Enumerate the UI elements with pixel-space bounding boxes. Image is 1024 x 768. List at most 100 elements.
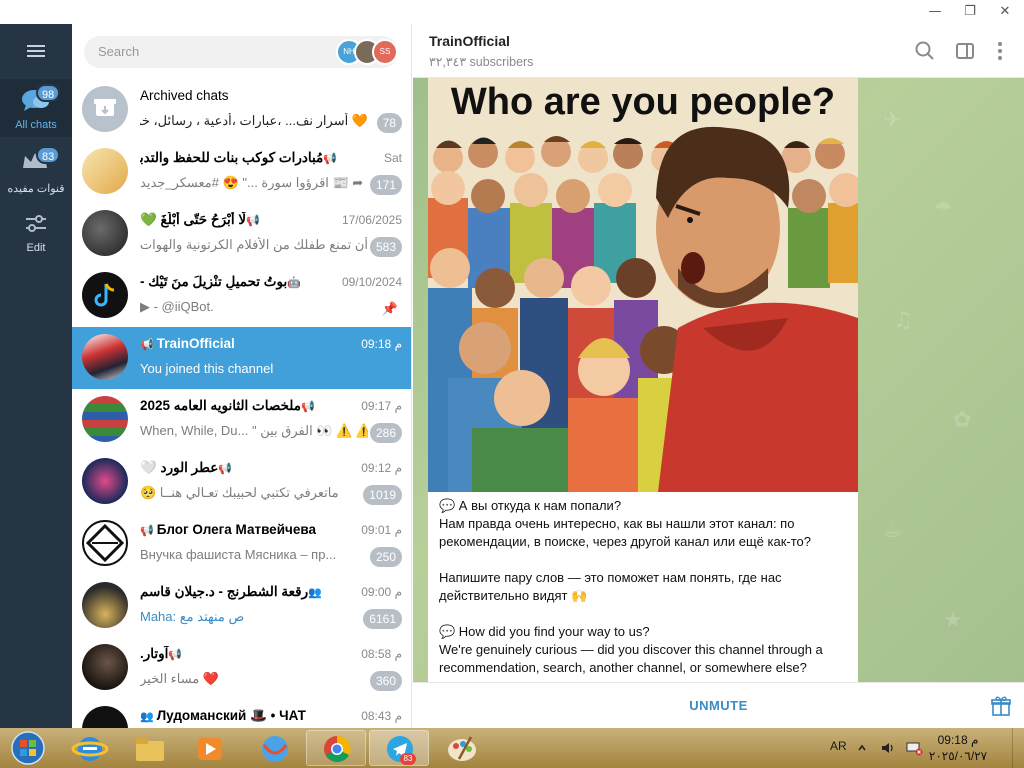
start-button-icon[interactable]: [4, 729, 52, 767]
search-placeholder: Search: [98, 44, 140, 59]
post-image[interactable]: Who are you people?: [428, 78, 858, 492]
chat-row[interactable]: 📢آوتار. 08:58 م ❤️ مساء الخير 360: [72, 637, 411, 699]
chat-row[interactable]: 👥 Лудоманский 🎩 • ЧАТ 08:43 م: [72, 699, 411, 728]
gift-icon[interactable]: [990, 695, 1012, 717]
unread-badge: 98: [36, 84, 61, 102]
chat-row[interactable]: 👥رقعة الشطرنج - د.جيلان قاسم 09:00 م Mah…: [72, 575, 411, 637]
chat-row[interactable]: 📢عطر الورد 🤍 09:12 م ماتعرفي تكتبي لحبيب…: [72, 451, 411, 513]
channel-post[interactable]: Who are you people? 💬 А вы откуда к нам …: [428, 78, 858, 682]
chat-preview: ماتعرفي تكتبي لحبيبك تعـالي هنــا 🥺: [140, 485, 339, 500]
chat-preview: ▶ - @iiQBot.: [140, 299, 214, 314]
megaphone-icon: 📢: [140, 339, 154, 351]
chat-background: ✈ ☂ ♫ ✿ ☕ ★ Who are you people? 💬 А вы о…: [413, 78, 1024, 682]
volume-icon[interactable]: [880, 740, 896, 756]
chat-time: 08:58 م: [361, 647, 402, 661]
chat-preview: أن تمنع طفلك من الأفلام الكرتونية والهوا…: [140, 237, 368, 252]
internet-explorer-icon[interactable]: [60, 730, 118, 766]
chat-row[interactable]: 🤖بوتُ تحميلِ تنْزيلَ منَ تَيْك - 09/10/2…: [72, 265, 411, 327]
account-avatar[interactable]: SS: [372, 39, 398, 65]
chat-title: عطر الورد 🤍: [140, 460, 219, 475]
chat-time: 17/06/2025: [341, 213, 402, 227]
crowd-illustration: Who are you people?: [428, 78, 858, 492]
chat-title: ملخصات الثانويه العامه 2025: [140, 398, 301, 413]
chat-preview: ❤️ مساء الخير: [140, 671, 220, 686]
subscriber-count: ٣٢,٣٤٣ subscribers: [429, 55, 534, 69]
chat-row[interactable]: 📢مُبادرات كوكب بنات للحفظ والتدبر Sat ➦ …: [72, 141, 411, 203]
doodle-pattern: ★: [943, 608, 963, 633]
folder-sidebar: 98 All chats 83 قنوات مفيده Edit: [0, 24, 72, 728]
doodle-pattern: ✈: [883, 108, 902, 133]
show-desktop-button[interactable]: [1012, 728, 1024, 768]
chat-name: 📢 Блог Олега Матвейчева: [140, 522, 340, 537]
megaphone-icon: 📢: [140, 525, 154, 537]
chat-avatar: [82, 582, 128, 628]
chat-avatar: [82, 396, 128, 442]
megaphone-icon: 📢: [300, 401, 315, 413]
chat-row-selected[interactable]: 📢 TrainOfficial 09:18 م You joined this c…: [72, 327, 411, 389]
chrome-icon[interactable]: [306, 730, 366, 766]
hamburger-icon[interactable]: [0, 42, 72, 62]
globe-app-icon[interactable]: [245, 730, 303, 766]
group-icon: 👥: [308, 587, 322, 599]
chat-title: لَا أَبْرَحُ حَتّى أَبْلُغَ 💚: [140, 212, 247, 227]
chat-time: 09:18 م: [361, 337, 402, 351]
search-input[interactable]: Search NH SS: [84, 36, 398, 68]
close-button[interactable]: ✕: [988, 0, 1022, 24]
sidebar-toggle-icon[interactable]: [952, 38, 978, 64]
chat-row[interactable]: 📢لَا أَبْرَحُ حَتّى أَبْلُغَ 💚 17/06/202…: [72, 203, 411, 265]
doodle-pattern: ♫: [893, 308, 913, 333]
tray-chevron-icon[interactable]: [856, 742, 868, 754]
megaphone-icon: 📢: [323, 153, 337, 165]
system-clock[interactable]: 09:18 م ٢٠٢٥/٠٦/٢٧: [918, 732, 998, 764]
chat-time: 09:01 م: [361, 523, 402, 537]
chat-header: TrainOfficial ٣٢,٣٤٣ subscribers: [413, 24, 1024, 78]
unmute-button[interactable]: UNMUTE: [413, 683, 1024, 729]
pin-icon: 📌: [381, 301, 398, 316]
chat-row[interactable]: 📢 Блог Олега Матвейчева 09:01 م Внучка фа…: [72, 513, 411, 575]
maximize-button[interactable]: ❐: [953, 0, 987, 24]
chat-avatar: [82, 520, 128, 566]
chat-name: 🤖بوتُ تحميلِ تنْزيلَ منَ تَيْك -: [140, 274, 340, 290]
chat-list: Search NH SS Archived chats 🧡 أسرار نف..…: [72, 24, 412, 728]
chat-name: 📢مُبادرات كوكب بنات للحفظ والتدبر: [140, 150, 340, 166]
chat-preview-text: Maha: ص منهتد مع: [140, 609, 245, 624]
minimize-button[interactable]: —: [918, 0, 952, 24]
chat-name: 📢آوتار.: [140, 646, 340, 662]
megaphone-icon: 📢: [168, 649, 183, 661]
file-explorer-icon[interactable]: [120, 730, 178, 766]
telegram-icon[interactable]: 83: [369, 730, 429, 766]
window-titlebar: — ❐ ✕: [0, 0, 1024, 24]
unread-badge: 78: [376, 113, 402, 133]
more-options-icon[interactable]: [987, 38, 1013, 64]
language-indicator[interactable]: AR: [830, 739, 847, 768]
chat-title: رقعة الشطرنج - د.جيلان قاسم: [140, 584, 309, 599]
folder-label: قنوات مفيده: [7, 183, 65, 195]
chat-name: 👥رقعة الشطرنج - د.جيلان قاسم: [140, 584, 340, 600]
chat-name: 👥 Лудоманский 🎩 • ЧАТ: [140, 708, 340, 724]
media-player-icon[interactable]: [180, 730, 238, 766]
unread-badge: 583: [369, 237, 402, 257]
search-icon[interactable]: [912, 38, 938, 64]
unread-badge: 83: [36, 146, 61, 164]
folder-useful-channels[interactable]: 83 قنوات مفيده: [0, 144, 72, 204]
chat-name: 📢ملخصات الثانويه العامه 2025: [140, 398, 340, 414]
chat-preview: You joined this channel: [140, 361, 274, 376]
chat-time: 09:12 م: [361, 461, 402, 475]
paint-icon[interactable]: [432, 730, 490, 766]
telegram-unread-badge: 83: [400, 753, 416, 765]
unread-badge: 171: [369, 175, 402, 195]
chat-title: Лудоманский 🎩 • ЧАТ: [156, 708, 306, 723]
chat-avatar: [82, 210, 128, 256]
chat-row[interactable]: 📢ملخصات الثانويه العامه 2025 09:17 م Whe…: [72, 389, 411, 451]
folder-all-chats[interactable]: 98 All chats: [0, 79, 72, 137]
chat-avatar: [82, 458, 128, 504]
chat-row-archived[interactable]: Archived chats 🧡 أسرار نف... ،عبارات ،أد…: [72, 79, 411, 141]
chat-title: بوتُ تحميلِ تنْزيلَ منَ تَيْك -: [140, 274, 288, 289]
folder-edit[interactable]: Edit: [0, 212, 72, 260]
channel-title[interactable]: TrainOfficial: [429, 33, 510, 49]
chat-preview: Maha: ص منهتد مع: [140, 609, 368, 625]
unread-badge: 360: [369, 671, 402, 691]
chat-time: 09:17 م: [361, 399, 402, 413]
